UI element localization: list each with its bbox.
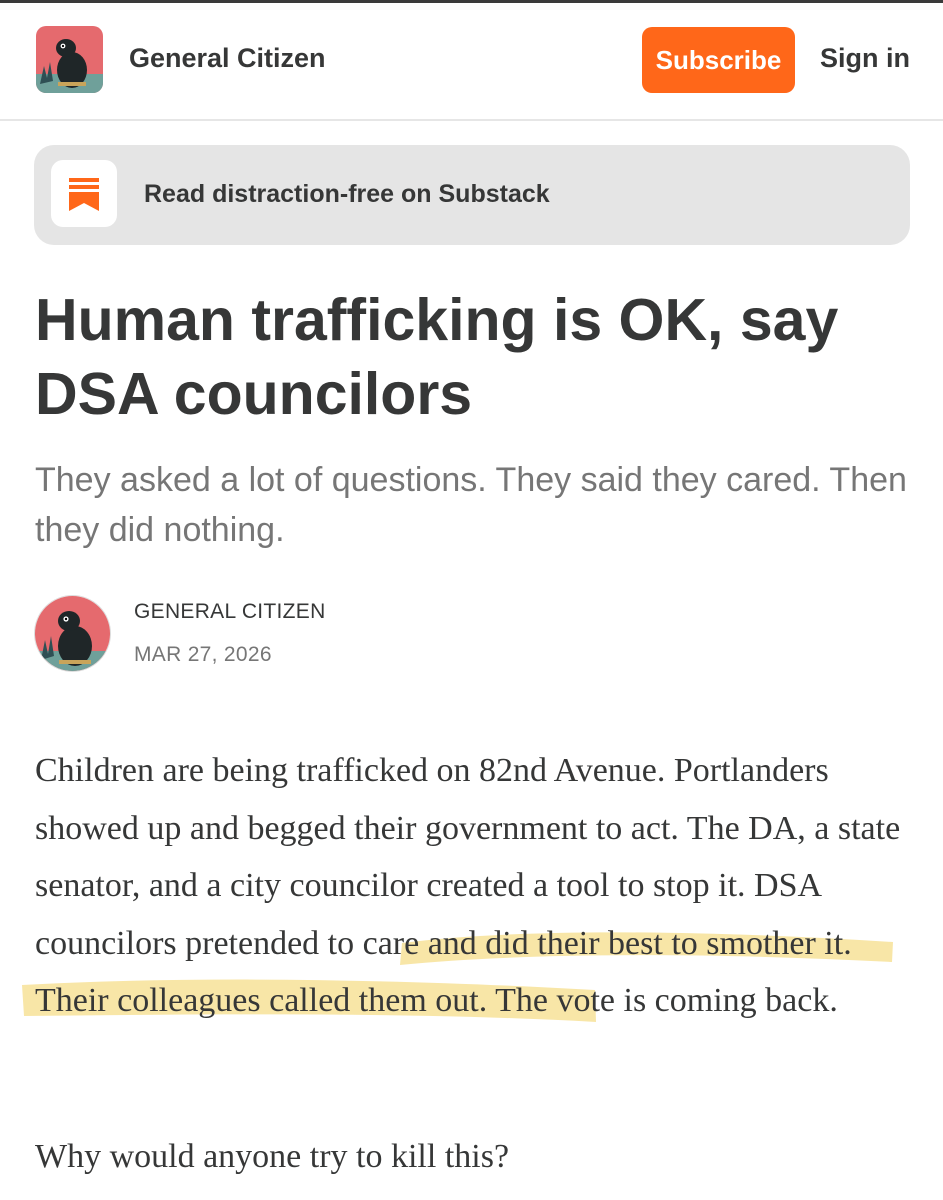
article-title: Human trafficking is OK, say DSA council… xyxy=(35,287,839,427)
body-paragraph-2: Why would anyone try to kill this? xyxy=(35,1138,510,1175)
site-header: General Citizen Subscribe Sign in xyxy=(0,3,943,121)
sign-in-link[interactable]: Sign in xyxy=(820,43,910,74)
publication-logo-icon[interactable] xyxy=(36,26,103,93)
publication-name[interactable]: General Citizen xyxy=(129,43,326,74)
body-paragraph-1: Children are being trafficked on 82nd Av… xyxy=(35,742,915,1030)
substack-bookmark-icon xyxy=(51,160,117,227)
publish-date: MAR 27, 2026 xyxy=(134,643,272,666)
author-avatar-icon[interactable] xyxy=(34,595,111,672)
author-name[interactable]: GENERAL CITIZEN xyxy=(134,600,326,624)
banner-text: Read distraction-free on Substack xyxy=(144,180,550,208)
distraction-free-banner[interactable]: Read distraction-free on Substack xyxy=(34,145,910,245)
subscribe-button[interactable]: Subscribe xyxy=(642,27,795,93)
article-subtitle: They asked a lot of questions. They said… xyxy=(35,461,907,549)
